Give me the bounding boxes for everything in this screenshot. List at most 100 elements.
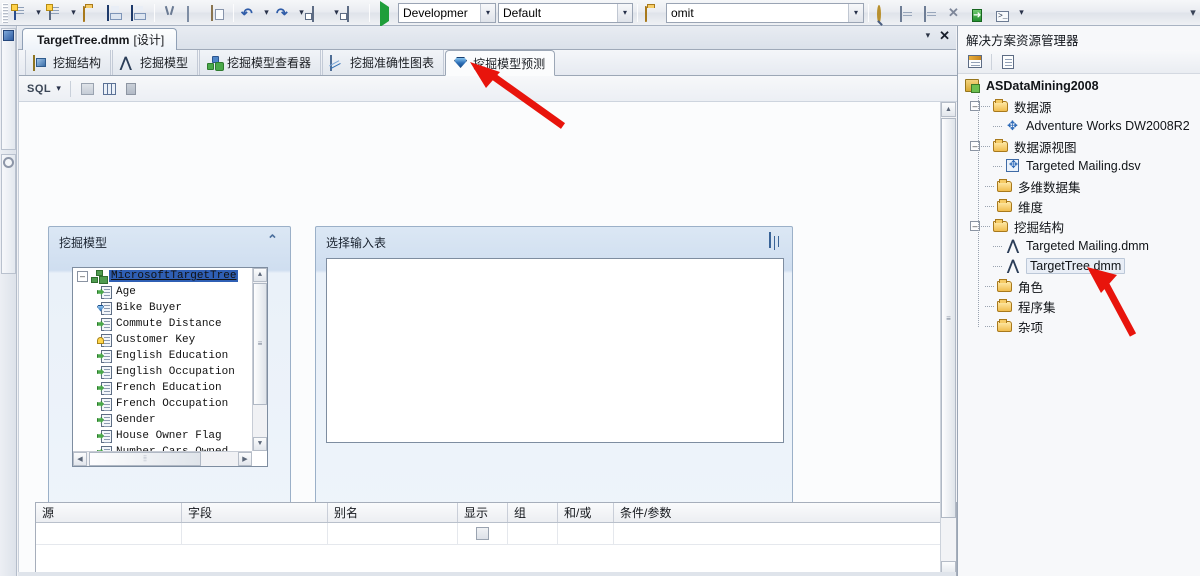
tab-mining-structure[interactable]: 挖掘结构: [25, 50, 112, 75]
collapse-chevron-icon[interactable]: [267, 233, 282, 247]
chevron-down-icon[interactable]: [53, 78, 64, 100]
scroll-thumb[interactable]: ≡: [941, 118, 956, 518]
command-window-icon[interactable]: [993, 2, 1015, 24]
sidebar-item-server-explorer[interactable]: [1, 28, 16, 150]
scroll-left-icon[interactable]: ◀: [73, 452, 87, 466]
cell-group[interactable]: [508, 523, 558, 544]
redo-icon[interactable]: [273, 2, 295, 24]
scroll-thumb[interactable]: ≡: [253, 283, 267, 405]
cell-show[interactable]: [458, 523, 508, 544]
column-header-criteria[interactable]: 条件/参数: [614, 503, 950, 522]
cell-alias[interactable]: [328, 523, 458, 544]
close-icon[interactable]: ✕: [939, 29, 950, 42]
start-debug-icon[interactable]: [374, 0, 396, 27]
tree-row-cubes[interactable]: 多维数据集: [958, 176, 1200, 196]
tree-row-mining-structures[interactable]: – 挖掘结构: [958, 216, 1200, 236]
tree-row[interactable]: Bike Buyer: [73, 300, 267, 316]
scroll-right-icon[interactable]: ▶: [238, 452, 252, 466]
column-header-field[interactable]: 字段: [182, 503, 328, 522]
tree-row-dsv-item[interactable]: Targeted Mailing.dsv: [958, 156, 1200, 176]
tree-row-miscellaneous[interactable]: 杂项: [958, 316, 1200, 336]
tree-row-project[interactable]: ASDataMining2008: [958, 76, 1200, 96]
tree-row[interactable]: French Education: [73, 380, 267, 396]
tree-row-roles[interactable]: 角色: [958, 276, 1200, 296]
chevron-down-icon[interactable]: ▾: [848, 3, 863, 22]
tree-row[interactable]: Customer Key: [73, 332, 267, 348]
input-table-list[interactable]: [326, 258, 784, 443]
startup-object-icon[interactable]: [642, 2, 664, 24]
new-item-icon[interactable]: [45, 2, 67, 24]
chevron-down-icon[interactable]: ▾: [926, 30, 931, 41]
column-header-group[interactable]: 组: [508, 503, 558, 522]
mining-model-tree[interactable]: – MicrosoftTargetTree Age Bike Buyer Com…: [72, 267, 268, 467]
toolbar-grip[interactable]: [2, 2, 8, 23]
save-all-icon[interactable]: [128, 2, 150, 24]
tree-expander-icon[interactable]: –: [77, 270, 88, 282]
new-project-dropdown-icon[interactable]: [33, 2, 44, 24]
paste-icon[interactable]: [207, 2, 229, 24]
undo-dropdown-icon[interactable]: [261, 2, 272, 24]
properties-window-icon[interactable]: [897, 2, 919, 24]
undo-icon[interactable]: [238, 2, 260, 24]
cell-criteria[interactable]: [614, 523, 950, 544]
table-row[interactable]: [36, 523, 956, 545]
document-tab-targettree[interactable]: TargetTree.dmm [设计]: [22, 28, 178, 50]
tab-mining-model[interactable]: 挖掘模型: [112, 50, 199, 75]
tree-row[interactable]: Gender: [73, 412, 267, 428]
tree-row[interactable]: English Education: [73, 348, 267, 364]
cut-icon[interactable]: [159, 2, 181, 24]
scroll-up-icon[interactable]: ▲: [253, 268, 267, 282]
find-icon[interactable]: [873, 2, 895, 24]
show-all-files-button[interactable]: [997, 52, 1019, 72]
new-item-dropdown-icon[interactable]: [68, 2, 79, 24]
tree-row-data-source-views[interactable]: – 数据源视图: [958, 136, 1200, 156]
column-header-source[interactable]: 源: [36, 503, 182, 522]
tree-row[interactable]: French Occupation: [73, 396, 267, 412]
cell-field[interactable]: [182, 523, 328, 544]
tree-row[interactable]: Age: [73, 284, 267, 300]
query-view-button[interactable]: [99, 79, 119, 98]
properties-button[interactable]: [964, 52, 986, 72]
chevron-down-icon[interactable]: ▾: [480, 3, 495, 22]
cell-source[interactable]: [36, 523, 182, 544]
chevron-down-icon[interactable]: ▾: [617, 3, 632, 22]
new-project-icon[interactable]: [10, 2, 32, 24]
designer-vertical-scrollbar[interactable]: ▲ ≡: [940, 102, 956, 576]
startup-object-combo[interactable]: omit ▾: [666, 2, 864, 23]
column-header-show[interactable]: 显示: [458, 503, 508, 522]
toolbar-more-icon[interactable]: [1016, 2, 1027, 24]
design-view-button[interactable]: [77, 79, 97, 98]
navigate-back-icon[interactable]: [308, 2, 330, 24]
save-icon[interactable]: [104, 2, 126, 24]
tree-row[interactable]: House Owner Flag: [73, 428, 267, 444]
open-folder-icon[interactable]: [80, 2, 102, 24]
query-grid[interactable]: 源 字段 别名 显示 组 和/或 条件/参数: [35, 502, 957, 576]
copy-icon[interactable]: [183, 2, 205, 24]
delete-button[interactable]: [121, 79, 141, 98]
scroll-thumb[interactable]: ⦙⦙: [89, 452, 201, 466]
tree-vertical-scrollbar[interactable]: ▲ ≡ ▼: [252, 268, 267, 451]
tab-mining-model-prediction[interactable]: 挖掘模型预测: [445, 50, 556, 76]
navigate-forward-icon[interactable]: [343, 2, 365, 24]
tree-row-data-source-item[interactable]: Adventure Works DW2008R2: [958, 116, 1200, 136]
tree-row-data-sources[interactable]: – 数据源: [958, 96, 1200, 116]
column-header-alias[interactable]: 别名: [328, 503, 458, 522]
customize-icon[interactable]: [945, 2, 967, 24]
solution-config-combo[interactable]: Developmer ▾: [398, 2, 496, 23]
tree-row-dimensions[interactable]: 维度: [958, 196, 1200, 216]
go-icon[interactable]: [969, 2, 991, 24]
column-header-and-or[interactable]: 和/或: [558, 503, 614, 522]
platform-combo[interactable]: Default ▾: [498, 2, 633, 23]
tree-row[interactable]: Commute Distance: [73, 316, 267, 332]
show-checkbox[interactable]: [476, 527, 489, 540]
tab-mining-accuracy-chart[interactable]: 挖掘准确性图表: [322, 50, 445, 75]
grid-toggle-icon[interactable]: [769, 232, 784, 248]
sidebar-item-toolbox[interactable]: [1, 154, 16, 274]
tree-row[interactable]: English Occupation: [73, 364, 267, 380]
solution-explorer-tree[interactable]: ASDataMining2008 – 数据源 Adventure Works D…: [958, 76, 1200, 336]
tree-row-assemblies[interactable]: 程序集: [958, 296, 1200, 316]
toolbar-overflow-icon[interactable]: ▾: [1186, 6, 1200, 19]
scroll-down-icon[interactable]: ▼: [253, 437, 267, 451]
tree-row-targeted-mailing-dmm[interactable]: Targeted Mailing.dmm: [958, 236, 1200, 256]
tree-horizontal-scrollbar[interactable]: ◀ ⦙⦙ ▶: [73, 451, 252, 466]
